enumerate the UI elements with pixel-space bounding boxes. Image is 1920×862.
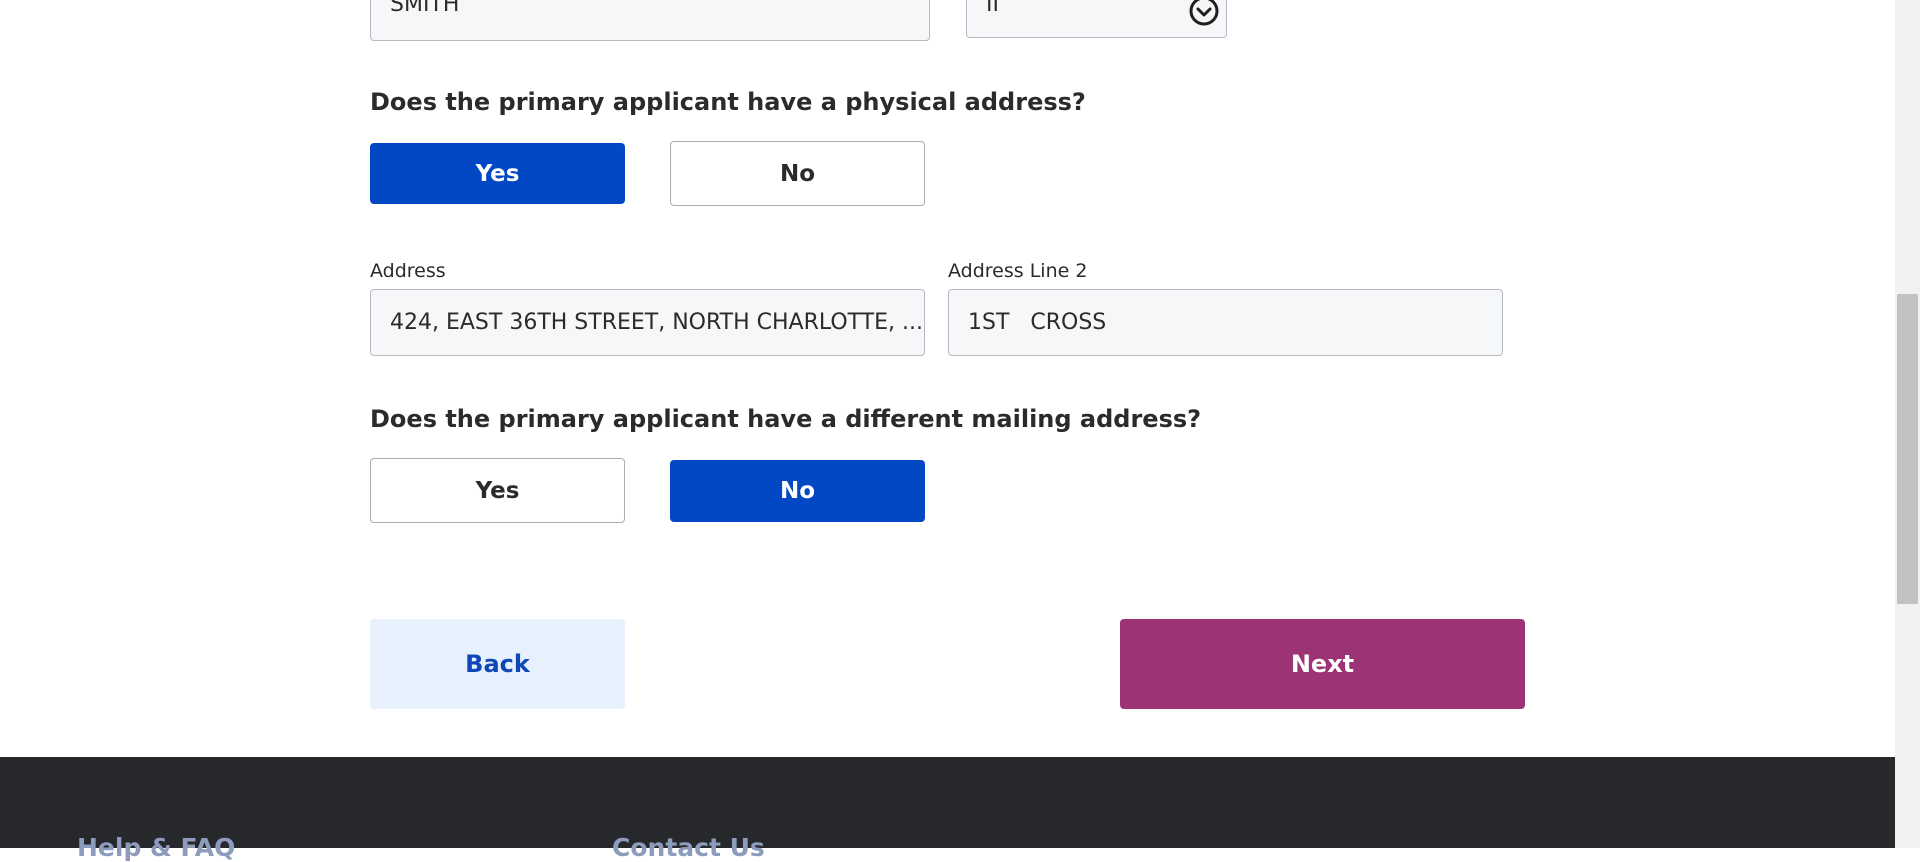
next-button[interactable]: Next xyxy=(1120,619,1525,709)
address-value: 424, EAST 36TH STREET, NORTH CHARLOTTE, … xyxy=(390,310,924,335)
last-name-field[interactable]: SMITH xyxy=(370,0,930,41)
suffix-select[interactable]: II xyxy=(966,0,1227,38)
back-button[interactable]: Back xyxy=(370,619,625,709)
suffix-value: II xyxy=(986,0,999,17)
address-line2-value: 1ST CROSS xyxy=(968,310,1107,335)
address-line2-label: Address Line 2 xyxy=(948,260,1088,282)
physical-address-yes-button[interactable]: Yes xyxy=(370,143,625,204)
physical-address-question: Does the primary applicant have a physic… xyxy=(370,88,1086,116)
mailing-address-question: Does the primary applicant have a differ… xyxy=(370,405,1202,433)
address-input[interactable]: 424, EAST 36TH STREET, NORTH CHARLOTTE, … xyxy=(370,289,925,356)
mailing-address-no-button[interactable]: No xyxy=(670,460,925,522)
scrollbar-thumb[interactable] xyxy=(1897,294,1918,604)
address-label: Address xyxy=(370,260,446,282)
mailing-address-yes-button[interactable]: Yes xyxy=(370,458,625,523)
address-line2-input[interactable]: 1ST CROSS xyxy=(948,289,1503,356)
footer: Help & FAQ Contact Us xyxy=(0,757,1895,862)
last-name-value: SMITH xyxy=(390,0,460,17)
chevron-down-circle-icon xyxy=(1188,0,1220,27)
physical-address-no-button[interactable]: No xyxy=(670,141,925,206)
